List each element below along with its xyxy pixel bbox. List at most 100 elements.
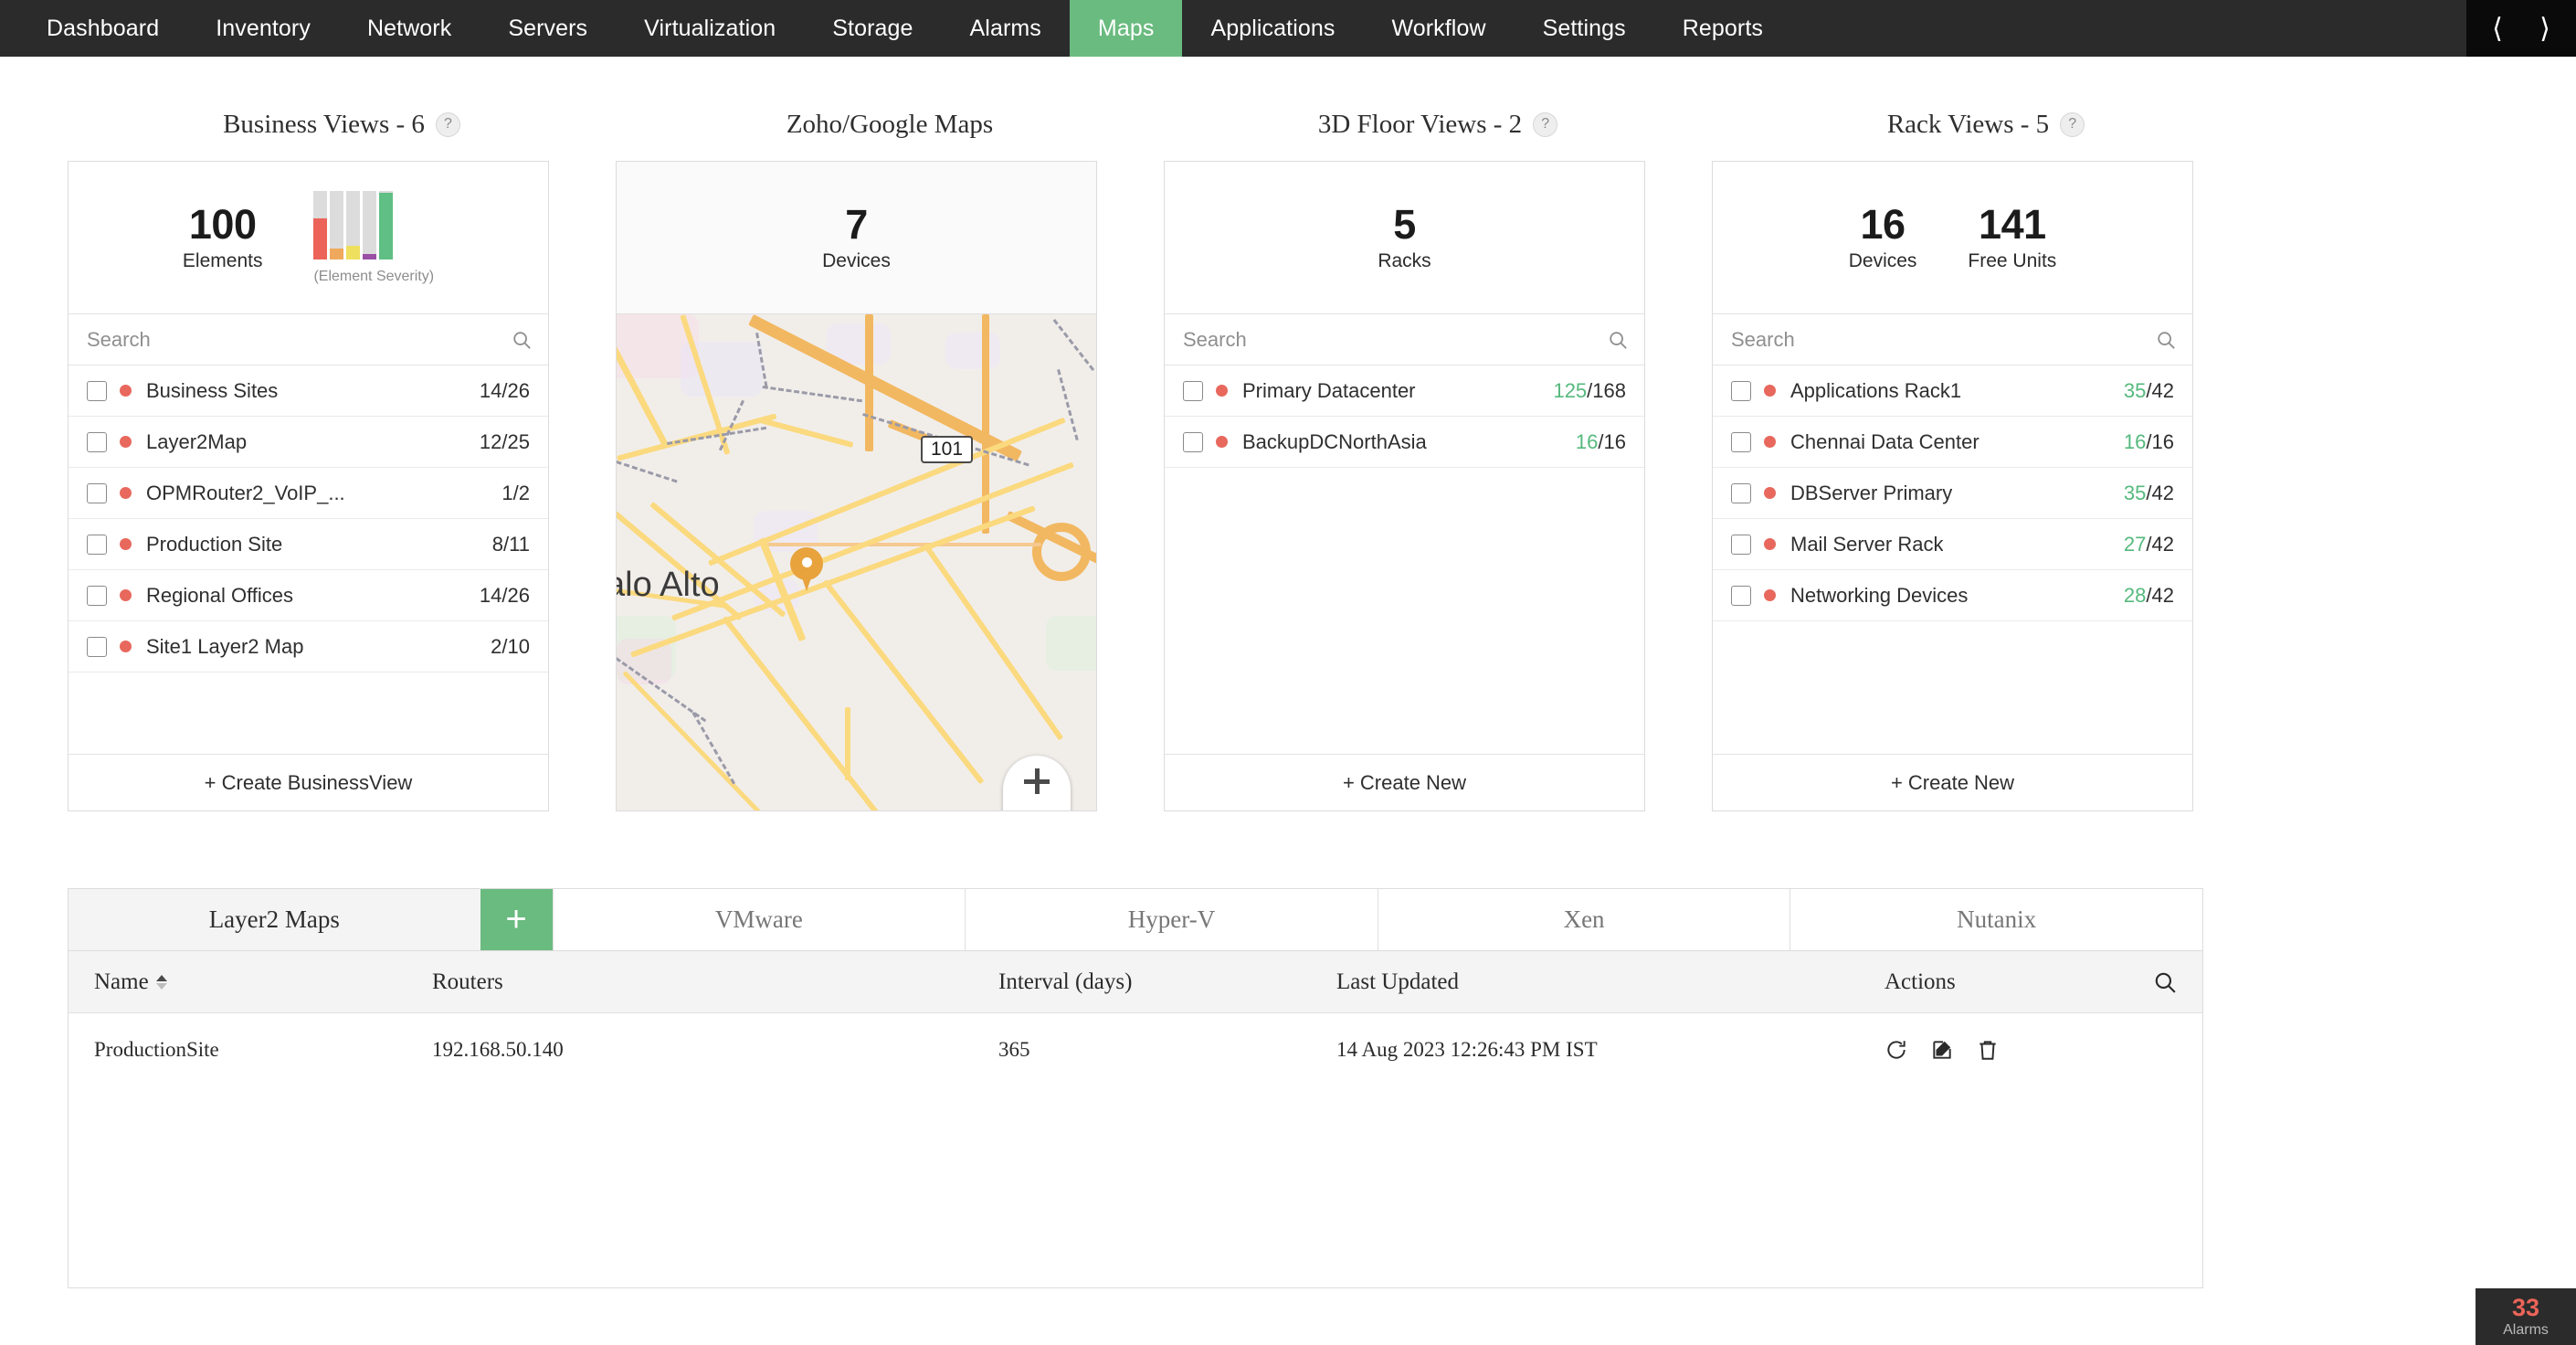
map-interchange [1032, 523, 1091, 581]
list-item-count: 28/42 [2124, 584, 2174, 608]
search-input[interactable] [87, 328, 512, 352]
status-dot-icon [1764, 487, 1776, 499]
tab-xen[interactable]: Xen [1378, 889, 1791, 950]
list-item[interactable]: Production Site8/11 [69, 519, 548, 570]
search-icon[interactable] [1608, 330, 1628, 350]
nav-item-servers[interactable]: Servers [480, 0, 616, 57]
map-street [845, 707, 850, 780]
element-severity-chart: (Element Severity) [313, 191, 434, 285]
list-item[interactable]: Networking Devices28/42 [1713, 570, 2192, 621]
tab-hyper-v[interactable]: Hyper-V [966, 889, 1378, 950]
map-street [722, 616, 894, 810]
map-pin-icon[interactable] [790, 547, 823, 591]
search-input[interactable] [1731, 328, 2156, 352]
row-checkbox[interactable] [1183, 381, 1203, 401]
search-input[interactable] [1183, 328, 1608, 352]
list-item-count: 16/16 [2124, 430, 2174, 454]
alarm-badge[interactable]: 33 Alarms [2476, 1288, 2576, 1345]
stat-label: Devices [1849, 250, 1917, 272]
nav-item-workflow[interactable]: Workflow [1363, 0, 1514, 57]
add-map-button[interactable]: + [480, 889, 554, 950]
zoho-maps-title: Zoho/Google Maps [616, 108, 1164, 141]
list-item-count: 8/11 [492, 533, 530, 556]
nav-item-maps[interactable]: Maps [1070, 0, 1183, 57]
nav-item-alarms[interactable]: Alarms [942, 0, 1070, 57]
rack-views-summary: 16Devices141Free Units [1713, 162, 2192, 314]
create-business-view-button[interactable]: + Create BusinessView [69, 754, 548, 810]
business-views-search[interactable] [69, 314, 548, 365]
search-icon[interactable] [2153, 970, 2177, 994]
list-item[interactable]: Chennai Data Center16/16 [1713, 417, 2192, 468]
list-item[interactable]: Layer2Map12/25 [69, 417, 548, 468]
list-item[interactable]: Mail Server Rack27/42 [1713, 519, 2192, 570]
row-checkbox[interactable] [1731, 483, 1751, 503]
help-icon[interactable]: ? [436, 112, 460, 137]
tab-vmware[interactable]: VMware [554, 889, 966, 950]
column-label: Name [94, 969, 149, 995]
nav-item-reports[interactable]: Reports [1654, 0, 1791, 57]
row-checkbox[interactable] [87, 483, 107, 503]
highway-shield-icon: 101 [921, 436, 973, 463]
nav-item-dashboard[interactable]: Dashboard [18, 0, 187, 57]
search-icon[interactable] [2156, 330, 2176, 350]
column-header-name[interactable]: Name [94, 969, 432, 995]
create-rack-view-button[interactable]: + Create New [1713, 754, 2192, 810]
list-item[interactable]: OPMRouter2_VoIP_...1/2 [69, 468, 548, 519]
tab-nutanix[interactable]: Nutanix [1790, 889, 2202, 950]
map-zoom-in-button[interactable] [1003, 756, 1071, 810]
map-widgets-row: Business Views - 6 ? 100 Elements (Eleme… [0, 57, 2576, 811]
business-views-list: Business Sites14/26Layer2Map12/25OPMRout… [69, 365, 548, 754]
row-checkbox[interactable] [1731, 381, 1751, 401]
list-item[interactable]: Business Sites14/26 [69, 365, 548, 417]
help-icon[interactable]: ? [1533, 112, 1557, 137]
list-item[interactable]: DBServer Primary35/42 [1713, 468, 2192, 519]
row-checkbox[interactable] [1183, 432, 1203, 452]
nav-item-applications[interactable]: Applications [1182, 0, 1363, 57]
rediscover-icon[interactable] [1884, 1038, 1908, 1062]
nav-items-container: DashboardInventoryNetworkServersVirtuali… [0, 0, 1791, 57]
list-item-label: OPMRouter2_VoIP_... [146, 482, 345, 505]
table-search-button[interactable] [2153, 970, 2177, 994]
row-checkbox[interactable] [87, 381, 107, 401]
list-item[interactable]: Regional Offices14/26 [69, 570, 548, 621]
map-boundary [1057, 369, 1079, 440]
nav-item-settings[interactable]: Settings [1515, 0, 1654, 57]
nav-item-network[interactable]: Network [339, 0, 480, 57]
list-item[interactable]: Site1 Layer2 Map2/10 [69, 621, 548, 672]
list-item[interactable]: BackupDCNorthAsia16/16 [1165, 417, 1644, 468]
elements-count: 100 [183, 203, 263, 246]
row-checkbox[interactable] [1731, 586, 1751, 606]
status-dot-icon [1764, 385, 1776, 397]
cell-actions [1884, 1038, 2085, 1062]
map-canvas[interactable]: 101 alo Alto [617, 314, 1096, 810]
row-checkbox[interactable] [1731, 535, 1751, 555]
delete-icon[interactable] [1976, 1038, 2000, 1062]
nav-item-virtualization[interactable]: Virtualization [616, 0, 804, 57]
sort-icon[interactable] [156, 975, 167, 990]
row-checkbox[interactable] [1731, 432, 1751, 452]
create-floor-view-button[interactable]: + Create New [1165, 754, 1644, 810]
list-item[interactable]: Applications Rack135/42 [1713, 365, 2192, 417]
table-row[interactable]: ProductionSite192.168.50.14036514 Aug 20… [69, 1013, 2202, 1086]
chevron-right-icon[interactable]: ⟩ [2525, 8, 2565, 48]
floor-views-search[interactable] [1165, 314, 1644, 365]
row-checkbox[interactable] [87, 637, 107, 657]
devices-count: 7 [845, 203, 868, 246]
row-checkbox[interactable] [87, 586, 107, 606]
help-icon[interactable]: ? [2060, 112, 2085, 137]
search-icon[interactable] [512, 330, 532, 350]
elements-label: Elements [183, 250, 263, 272]
tab-layer2-maps[interactable]: Layer2 Maps [69, 889, 480, 950]
map-street [671, 462, 1074, 621]
rack-views-search[interactable] [1713, 314, 2192, 365]
nav-item-storage[interactable]: Storage [804, 0, 941, 57]
nav-item-inventory[interactable]: Inventory [187, 0, 339, 57]
status-dot-icon [120, 385, 132, 397]
edit-icon[interactable] [1930, 1038, 1954, 1062]
racks-label: Racks [1378, 250, 1431, 272]
list-item[interactable]: Primary Datacenter125/168 [1165, 365, 1644, 417]
status-dot-icon [120, 641, 132, 652]
row-checkbox[interactable] [87, 432, 107, 452]
row-checkbox[interactable] [87, 535, 107, 555]
chevron-left-icon[interactable]: ⟨ [2477, 8, 2518, 48]
